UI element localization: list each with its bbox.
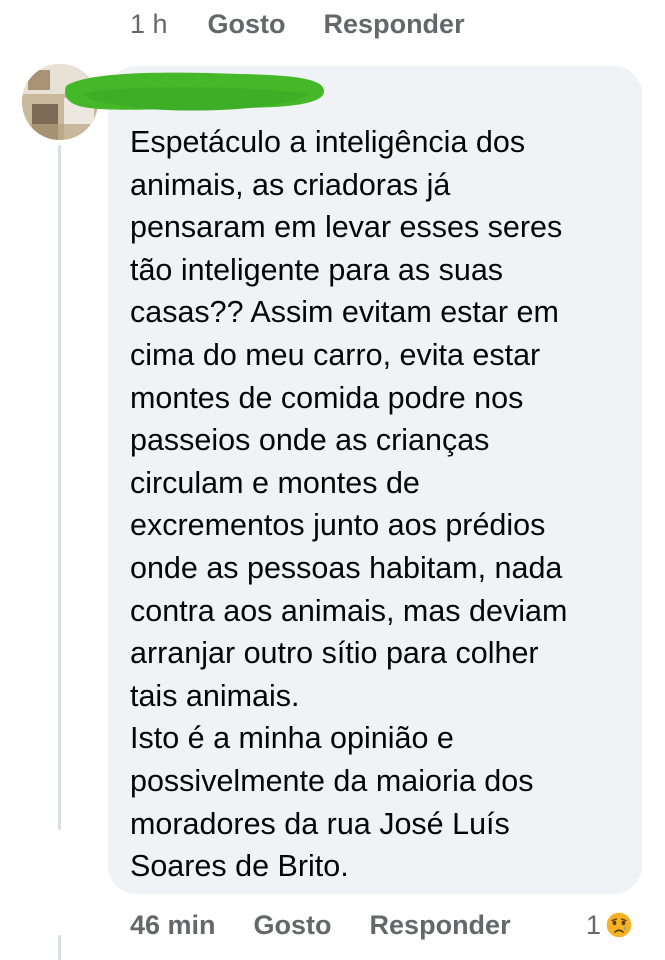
like-button[interactable]: Gosto: [254, 910, 332, 941]
comment-text-line: animais, as criadoras já: [130, 167, 451, 202]
comment-text-line: arranjar outro sítio para colher: [130, 636, 539, 671]
reaction-summary[interactable]: 1: [586, 905, 633, 945]
sad-face-icon: [605, 911, 633, 939]
comment-text-line: circulam e montes de: [130, 465, 420, 500]
comment-thread: 1 h Gosto Responder Espetáculo a intelig…: [0, 0, 665, 960]
comment-text-line: casas?? Assim evitam estar em: [130, 295, 559, 330]
comment-text-line: pensaram em levar esses seres: [130, 210, 563, 245]
comment-text-line: excrementos junto aos prédios: [130, 508, 546, 543]
comment-text-line: Isto é a minha opinião e: [130, 721, 454, 756]
comment-text-line: tais animais.: [130, 678, 300, 713]
thread-line-continuation: [58, 935, 61, 960]
reaction-count: 1: [586, 909, 602, 940]
comment-text-line: tão inteligente para as suas: [130, 252, 504, 287]
comment-text-line: contra aos animais, mas deviam: [130, 593, 568, 628]
previous-comment-timestamp[interactable]: 1 h: [130, 9, 168, 40]
author-name-redaction: [65, 72, 325, 111]
previous-comment-actions: 1 h Gosto Responder: [130, 6, 503, 42]
comment-text-line: cima do meu carro, evita estar: [130, 337, 541, 372]
reply-button[interactable]: Responder: [370, 910, 511, 941]
comment-text-line: moradores da rua José Luís: [130, 806, 510, 841]
comment-text-line: Espetáculo a inteligência dos: [130, 125, 526, 159]
comment-timestamp[interactable]: 46 min: [130, 910, 216, 941]
thread-line: [58, 145, 61, 830]
comment-text-line: possivelmente da maioria dos: [130, 763, 534, 798]
comment-text-line: Soares de Brito.: [130, 849, 349, 884]
comment-text-line: passeios onde as crianças: [130, 423, 490, 458]
comment-text-line: onde as pessoas habitam, nada: [130, 550, 563, 585]
previous-comment-reply-button[interactable]: Responder: [324, 9, 465, 40]
comment-actions: 46 min Gosto Responder: [130, 905, 549, 945]
comment-text: Espetáculo a inteligência dos animais, a…: [130, 121, 630, 888]
previous-comment-like-button[interactable]: Gosto: [208, 9, 286, 40]
comment-text-line: montes de comida podre nos: [130, 380, 524, 415]
